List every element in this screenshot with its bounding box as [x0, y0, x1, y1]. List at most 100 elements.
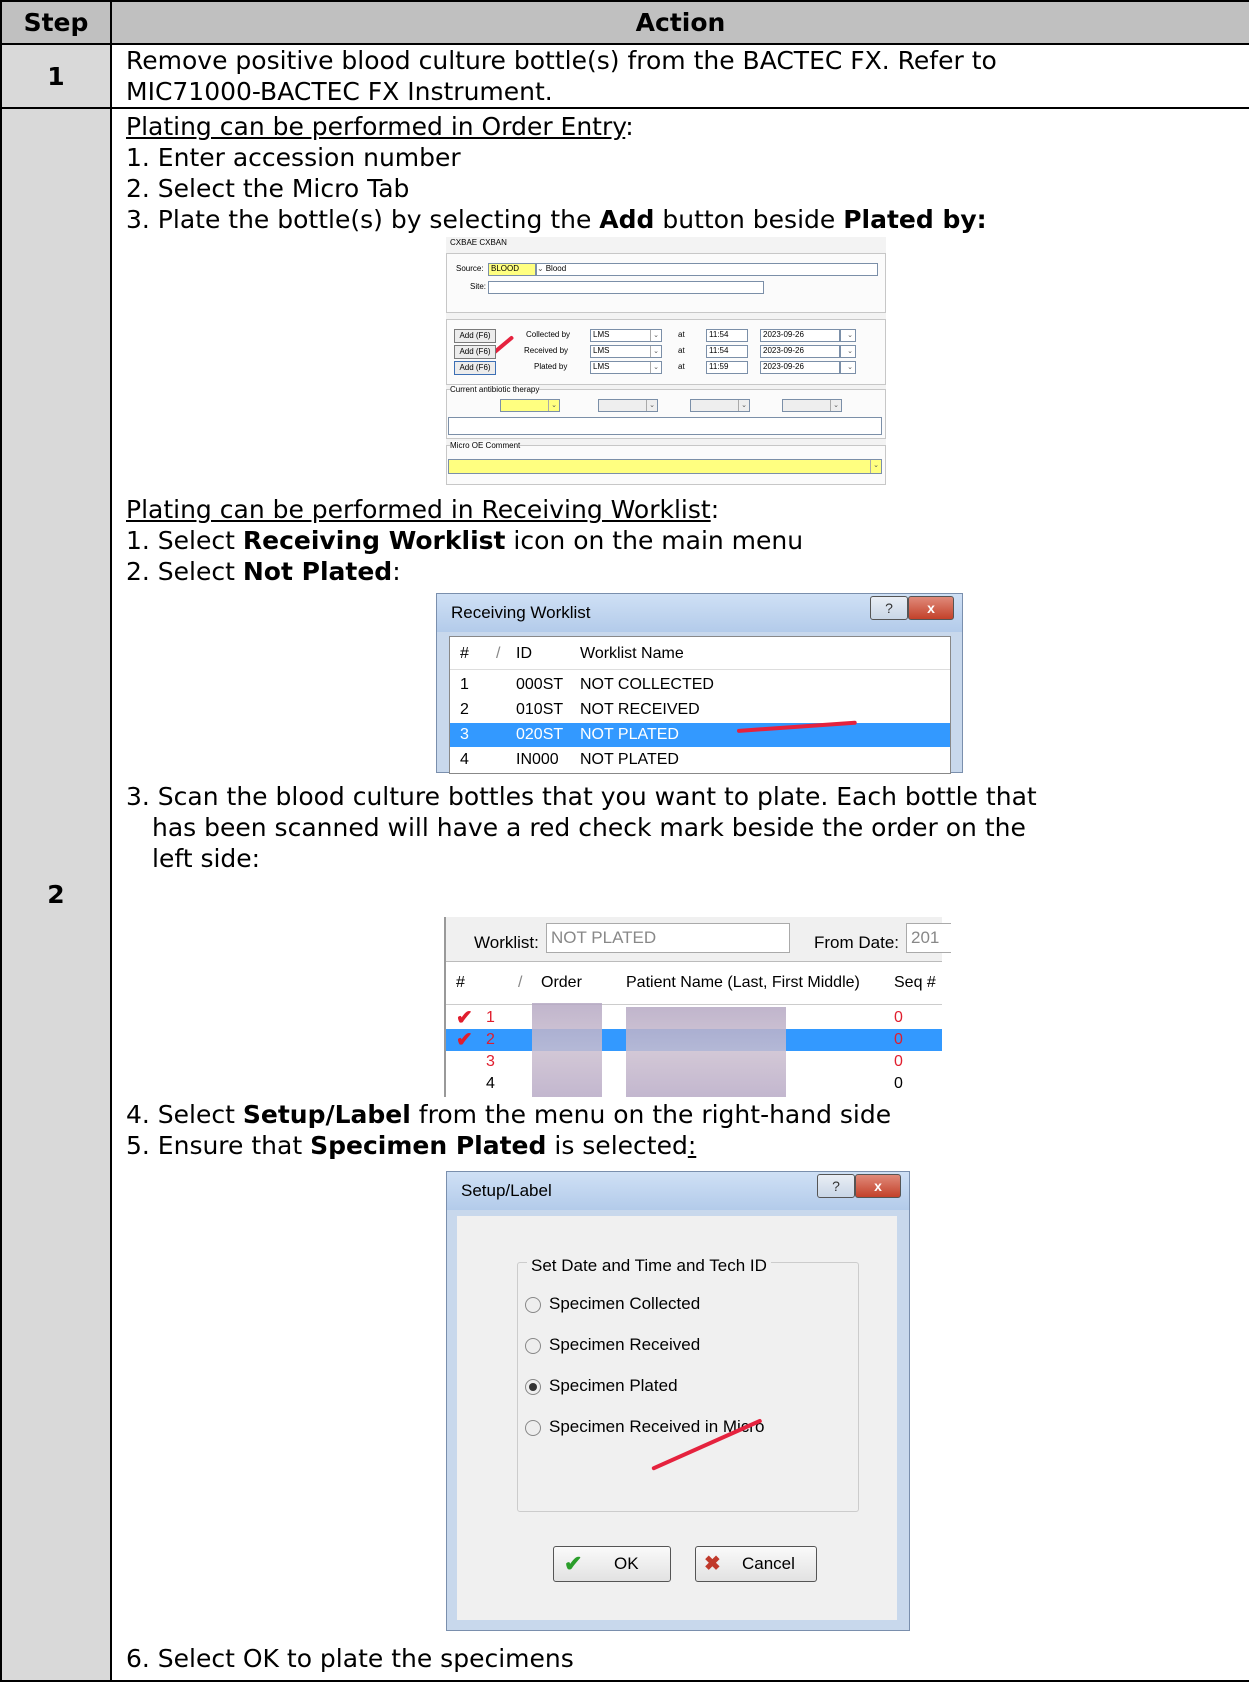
- worklist-row[interactable]: 2 010ST NOT RECEIVED: [450, 698, 950, 722]
- oe-time-field[interactable]: 11:59: [706, 361, 748, 374]
- receiving-worklist-heading: Plating can be performed in Receiving Wo…: [126, 495, 720, 524]
- setup-body: Set Date and Time and Tech ID Specimen C…: [457, 1216, 897, 1620]
- oe-comment-field[interactable]: ⌄: [448, 459, 882, 474]
- wg-row-seq: 0: [894, 1009, 903, 1026]
- radio-option[interactable]: Specimen Received: [525, 1329, 700, 1360]
- oe-antibiotic-2[interactable]: ⌄: [598, 399, 658, 412]
- from-date-label: From Date:: [814, 933, 900, 952]
- close-button[interactable]: x: [908, 596, 954, 620]
- radio-option[interactable]: Specimen Received in Micro: [525, 1411, 764, 1442]
- oe-date-dropdown[interactable]: ⌄: [840, 345, 856, 358]
- wg-row-num: 2: [486, 1031, 495, 1048]
- worklist-row[interactable]: 3 020ST NOT PLATED: [450, 723, 950, 747]
- table-header-row: Step Action: [0, 0, 1249, 45]
- rw-row-id: 010ST: [516, 701, 564, 718]
- rw-row-num: 4: [460, 751, 469, 768]
- worklist-toolbar: Worklist: NOT PLATED From Date: 201: [446, 917, 951, 961]
- worklist-field[interactable]: NOT PLATED: [546, 923, 790, 953]
- close-button[interactable]: x: [855, 1174, 901, 1198]
- oe-date-dropdown[interactable]: ⌄: [840, 361, 856, 374]
- rw-row-id: 000ST: [516, 676, 564, 693]
- oe-tech-select[interactable]: LMS ⌄: [590, 329, 662, 342]
- oe-at-label: at: [678, 330, 685, 339]
- oe-source-label: Source:: [456, 264, 484, 273]
- oe-date-field[interactable]: 2023-09-26: [760, 329, 840, 342]
- step-2-number: 2: [0, 107, 112, 1682]
- oe-tech-select[interactable]: LMS ⌄: [590, 345, 662, 358]
- oe-source-desc[interactable]: ⌄ Blood: [536, 263, 878, 276]
- rw-row-name: NOT COLLECTED: [580, 676, 714, 693]
- oe-date-field[interactable]: 2023-09-26: [760, 361, 840, 374]
- rw-item-1: 1. Select Receiving Worklist icon on the…: [126, 526, 804, 555]
- step-1-row: 1 Remove positive blood culture bottle(s…: [0, 43, 1249, 109]
- order-entry-screenshot: CXBAE CXBAN Source: BLOOD ⌄ Blood Site: C…: [446, 237, 886, 485]
- step-1-number: 1: [0, 43, 112, 109]
- setup-group-label: Set Date and Time and Tech ID: [527, 1250, 771, 1281]
- radio-option[interactable]: Specimen Plated: [525, 1370, 678, 1401]
- check-mark-icon: ✔: [456, 1007, 473, 1029]
- radio-label: Specimen Received: [549, 1335, 701, 1354]
- worklist-header-row: # / Order Patient Name (Last, First Midd…: [446, 961, 942, 1005]
- rw-col-name[interactable]: Worklist Name: [580, 639, 684, 669]
- oe-date-dropdown[interactable]: ⌄: [840, 329, 856, 342]
- oe-tech-select[interactable]: LMS ⌄: [590, 361, 662, 374]
- radio-icon: [525, 1378, 541, 1395]
- wg-col-order[interactable]: Order: [541, 962, 582, 1004]
- oe-site-label: Site:: [470, 282, 487, 291]
- oe-antibiotic-3[interactable]: ⌄: [690, 399, 750, 412]
- oe-antibiotic-text[interactable]: [448, 417, 882, 435]
- wg-row-num: 3: [486, 1053, 495, 1070]
- rw-row-name: NOT PLATED: [580, 726, 679, 743]
- sort-icon: /: [518, 974, 523, 991]
- ok-button[interactable]: ✔ OK: [553, 1546, 671, 1582]
- radio-icon: [525, 1419, 541, 1436]
- wg-row-num: 1: [486, 1009, 495, 1026]
- wg-col-num[interactable]: #: [456, 962, 465, 1004]
- rw-title: Receiving Worklist: [451, 603, 591, 622]
- add-f6-button[interactable]: Add (F6): [454, 345, 496, 359]
- step-2-row: 2 Plating can be performed in Order Entr…: [0, 107, 1249, 1682]
- check-mark-icon: ✔: [456, 1029, 473, 1051]
- oe-antibiotic-4[interactable]: ⌄: [782, 399, 842, 412]
- oe-date-field[interactable]: 2023-09-26: [760, 345, 840, 358]
- add-f6-button[interactable]: Add (F6): [454, 361, 496, 375]
- radio-option[interactable]: Specimen Collected: [525, 1288, 700, 1319]
- oe-site-field[interactable]: [488, 281, 764, 294]
- worklist-row[interactable]: 4 IN000 NOT PLATED: [450, 748, 950, 772]
- cancel-button[interactable]: ✖ Cancel: [695, 1546, 817, 1582]
- oe-row-label: Collected by: [526, 330, 571, 339]
- rw-item-3-line-1: 3. Scan the blood culture bottles that y…: [126, 782, 1037, 811]
- oe-item-1: 1. Enter accession number: [126, 143, 461, 172]
- rw-col-id[interactable]: ID: [516, 639, 532, 669]
- radio-icon: [525, 1337, 541, 1354]
- step-2-action: Plating can be performed in Order Entry:…: [110, 107, 1249, 1682]
- oe-antibiotic-1[interactable]: ⌄: [500, 399, 560, 412]
- oe-time-field[interactable]: 11:54: [706, 329, 748, 342]
- header-step: Step: [0, 0, 112, 45]
- radio-icon: [525, 1296, 541, 1313]
- ok-label: OK: [614, 1554, 639, 1573]
- wg-col-patient[interactable]: Patient Name (Last, First Middle): [626, 962, 860, 1004]
- add-f6-button[interactable]: Add (F6): [454, 329, 496, 343]
- setup-title: Setup/Label: [461, 1181, 552, 1200]
- rw-item-3-line-3: left side:: [152, 844, 261, 873]
- oe-antibiotic-label: Current antibiotic therapy: [450, 385, 540, 395]
- worklist-grid-screenshot: Worklist: NOT PLATED From Date: 201 # / …: [444, 917, 951, 1097]
- oe-time-field[interactable]: 11:54: [706, 345, 748, 358]
- wg-col-seq[interactable]: Seq #: [894, 962, 936, 1004]
- wg-row-seq: 0: [894, 1053, 903, 1070]
- worklist-row[interactable]: 1 000ST NOT COLLECTED: [450, 673, 950, 697]
- oe-source-field[interactable]: BLOOD: [488, 263, 536, 276]
- from-date-field[interactable]: 201: [906, 923, 951, 953]
- oe-at-label: at: [678, 362, 685, 371]
- oe-comment-label: Micro OE Comment: [450, 441, 521, 451]
- rw-row-num: 2: [460, 701, 469, 718]
- oe-item-2: 2. Select the Micro Tab: [126, 174, 410, 203]
- rw-item-4: 4. Select Setup/Label from the menu on t…: [126, 1100, 892, 1129]
- help-button[interactable]: ?: [870, 596, 908, 620]
- rw-item-5: 5. Ensure that Specimen Plated is select…: [126, 1131, 697, 1160]
- chevron-down-icon: ⌄: [847, 364, 853, 371]
- rw-col-num[interactable]: #: [460, 639, 469, 669]
- step-1-line-1: Remove positive blood culture bottle(s) …: [126, 46, 997, 75]
- help-button[interactable]: ?: [817, 1174, 855, 1198]
